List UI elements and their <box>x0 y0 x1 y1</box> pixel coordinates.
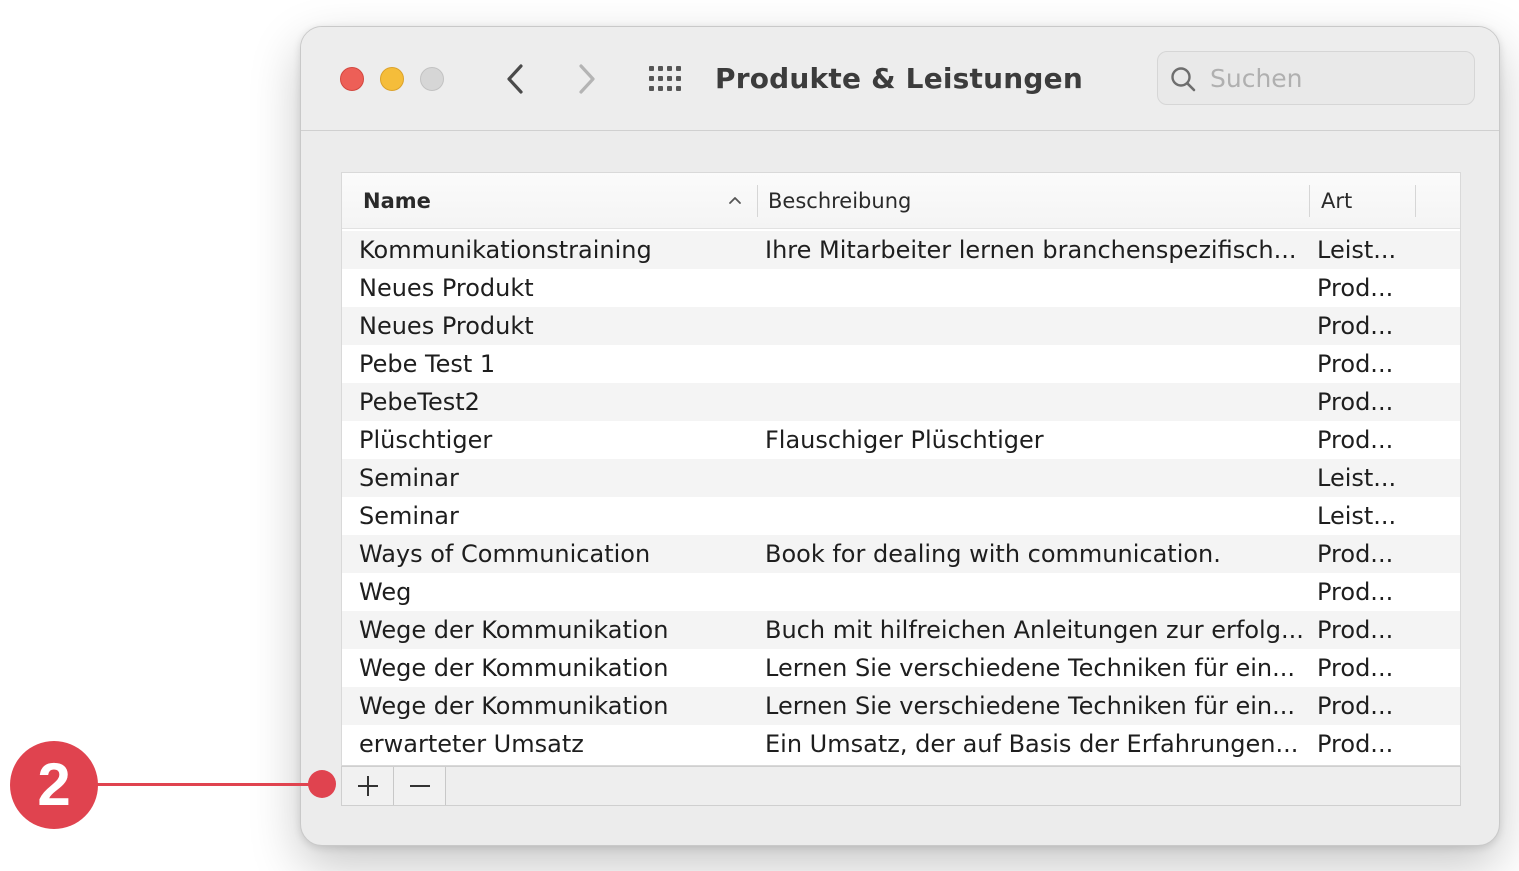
zoom-button[interactable] <box>420 67 444 91</box>
chevron-right-icon <box>579 64 595 94</box>
chevron-up-icon <box>729 197 741 204</box>
products-table: Name Beschreibung Art Kommunikationstrai… <box>341 172 1461 766</box>
cell-type: Prod... <box>1317 654 1394 682</box>
column-header-description[interactable]: Beschreibung <box>768 173 911 229</box>
table-row[interactable]: Plüschtiger Flauschiger Plüschtiger Prod… <box>342 421 1460 459</box>
app-window: Produkte & Leistungen Name Beschreibung … <box>300 26 1500 846</box>
cell-type: Prod... <box>1317 578 1394 606</box>
column-header-type[interactable]: Art <box>1321 173 1352 229</box>
table-toolbar <box>341 766 1461 806</box>
search-field[interactable] <box>1157 51 1475 105</box>
cell-type: Prod... <box>1317 312 1394 340</box>
cell-name: Neues Produkt <box>359 312 534 340</box>
cell-name: erwarteter Umsatz <box>359 730 584 758</box>
cell-description <box>765 269 1310 307</box>
cell-description: Lernen Sie verschiedene Techniken für ei… <box>765 654 1296 682</box>
chevron-left-icon <box>507 64 523 94</box>
cell-description: Buch mit hilfreichen Anleitungen zur erf… <box>765 616 1304 644</box>
table-row[interactable]: Wege der Kommunikation Buch mit hilfreic… <box>342 611 1460 649</box>
cell-type: Prod... <box>1317 730 1394 758</box>
table-row[interactable]: Seminar Leist... <box>342 497 1460 535</box>
minimize-button[interactable] <box>380 67 404 91</box>
forward-button[interactable] <box>567 59 607 99</box>
cell-description: Lernen Sie verschiedene Techniken für ei… <box>765 692 1296 720</box>
table-row[interactable]: Pebe Test 1 Prod... <box>342 345 1460 383</box>
cell-description: Flauschiger Plüschtiger <box>765 426 1044 454</box>
show-all-button[interactable] <box>647 65 687 93</box>
cell-description <box>765 345 1310 383</box>
table-row[interactable]: Kommunikationstraining Ihre Mitarbeiter … <box>342 231 1460 269</box>
table-row[interactable]: Wege der Kommunikation Lernen Sie versch… <box>342 687 1460 725</box>
cell-description <box>765 307 1310 345</box>
cell-name: Wege der Kommunikation <box>359 692 669 720</box>
table-row[interactable]: Neues Produkt Prod... <box>342 269 1460 307</box>
table-row[interactable]: Seminar Leist... <box>342 459 1460 497</box>
callout-badge: 2 <box>10 741 98 829</box>
cell-name: Neues Produkt <box>359 274 534 302</box>
column-divider[interactable] <box>1415 185 1416 217</box>
remove-button[interactable] <box>394 767 446 805</box>
grid-icon <box>649 66 681 91</box>
table-row[interactable]: Wege der Kommunikation Lernen Sie versch… <box>342 649 1460 687</box>
cell-type: Prod... <box>1317 388 1394 416</box>
cell-type: Leist... <box>1317 236 1397 264</box>
cell-name: Ways of Communication <box>359 540 651 568</box>
cell-type: Prod... <box>1317 616 1394 644</box>
plus-icon <box>358 776 378 796</box>
cell-description <box>765 459 1310 497</box>
cell-description <box>765 383 1310 421</box>
table-row[interactable]: PebeTest2 Prod... <box>342 383 1460 421</box>
column-divider[interactable] <box>757 185 758 217</box>
minus-icon <box>410 785 430 787</box>
cell-name: PebeTest2 <box>359 388 480 416</box>
cell-type: Leist... <box>1317 502 1397 530</box>
cell-type: Prod... <box>1317 426 1394 454</box>
table-row[interactable]: erwarteter Umsatz Ein Umsatz, der auf Ba… <box>342 725 1460 763</box>
search-icon <box>1171 67 1196 92</box>
table-row[interactable]: Neues Produkt Prod... <box>342 307 1460 345</box>
table-row[interactable]: Weg Prod... <box>342 573 1460 611</box>
cell-description <box>765 497 1310 535</box>
back-button[interactable] <box>495 59 535 99</box>
cell-name: Seminar <box>359 502 459 530</box>
column-header-name[interactable]: Name <box>363 173 431 229</box>
cell-name: Plüschtiger <box>359 426 493 454</box>
title-bar: Produkte & Leistungen <box>301 27 1499 131</box>
cell-name: Pebe Test 1 <box>359 350 496 378</box>
cell-name: Wege der Kommunikation <box>359 616 669 644</box>
search-input[interactable] <box>1210 52 1460 104</box>
table-header: Name Beschreibung Art <box>342 173 1460 229</box>
cell-type: Leist... <box>1317 464 1397 492</box>
window-title: Produkte & Leistungen <box>715 62 1083 95</box>
column-divider[interactable] <box>1309 185 1310 217</box>
cell-name: Wege der Kommunikation <box>359 654 669 682</box>
cell-type: Prod... <box>1317 350 1394 378</box>
table-row[interactable]: Ways of Communication Book for dealing w… <box>342 535 1460 573</box>
close-button[interactable] <box>340 67 364 91</box>
cell-type: Prod... <box>1317 540 1394 568</box>
cell-description: Ihre Mitarbeiter lernen branchenspezifis… <box>765 236 1297 264</box>
cell-type: Prod... <box>1317 692 1394 720</box>
cell-type: Prod... <box>1317 274 1394 302</box>
table-body: Kommunikationstraining Ihre Mitarbeiter … <box>342 231 1460 763</box>
add-button[interactable] <box>342 767 394 805</box>
cell-name: Kommunikationstraining <box>359 236 652 264</box>
callout-pointer <box>308 770 336 798</box>
cell-name: Seminar <box>359 464 459 492</box>
cell-description <box>765 573 1310 611</box>
callout-line <box>96 783 322 786</box>
cell-description: Ein Umsatz, der auf Basis der Erfahrunge… <box>765 730 1299 758</box>
cell-description: Book for dealing with communication. <box>765 540 1221 568</box>
cell-name: Weg <box>359 578 412 606</box>
